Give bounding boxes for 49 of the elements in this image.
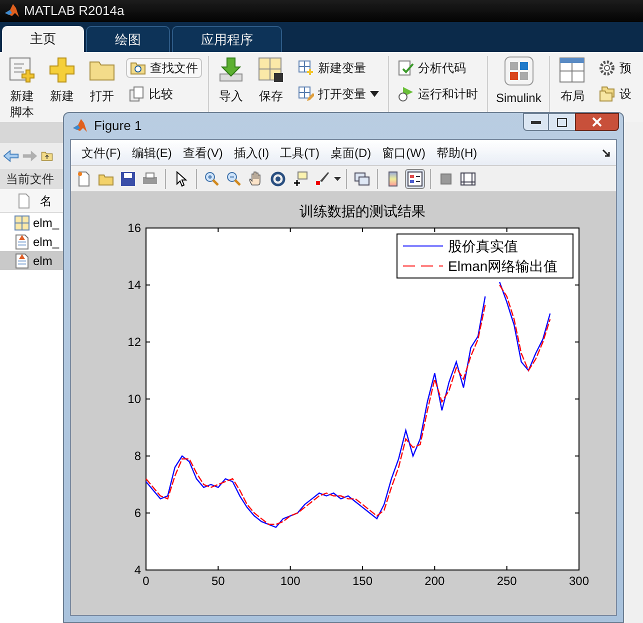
tick-label: 100 — [280, 574, 300, 588]
chart-title: 训练数据的测试结果 — [300, 203, 426, 219]
ribbon-small-button[interactable]: 运行和计时 — [395, 84, 481, 104]
menu-item[interactable]: 文件(F) — [77, 144, 126, 162]
tick-label: 50 — [211, 574, 225, 588]
panel-title: 当前文件 — [6, 171, 54, 188]
ribbon-small-button[interactable]: 预 — [596, 58, 634, 78]
menu-item[interactable]: 查看(V) — [178, 144, 228, 162]
menu-item[interactable]: 插入(I) — [229, 144, 274, 162]
ribbon-button[interactable]: 导入 — [215, 56, 247, 104]
tick-label: 200 — [424, 574, 445, 588]
ribbon-small-button[interactable]: 设 — [596, 84, 634, 104]
menu-item[interactable]: 窗口(W) — [378, 144, 430, 162]
tick-label: 10 — [128, 392, 141, 406]
legend-label: 股价真实值 — [448, 238, 518, 254]
menu-item[interactable]: 帮助(H) — [432, 144, 482, 162]
tick-label: 16 — [128, 221, 141, 235]
window-title: Figure 1 — [94, 117, 142, 136]
tick-label: 150 — [352, 574, 373, 588]
ribbon-button[interactable]: 布局 — [556, 56, 588, 104]
tick-label: 4 — [134, 563, 141, 577]
menu-item[interactable]: 编辑(E) — [127, 144, 176, 162]
ribbon-tab[interactable]: 主页 — [2, 26, 84, 52]
menu-item[interactable]: 工具(T) — [276, 144, 324, 162]
ribbon-button[interactable]: 新建脚本 — [6, 56, 38, 120]
app-title: MATLAB R2014a — [24, 2, 124, 20]
ribbon-button[interactable]: 保存 — [255, 56, 287, 104]
tick-label: 0 — [142, 574, 150, 588]
tick-label: 300 — [568, 574, 590, 588]
tick-label: 12 — [128, 335, 141, 349]
column-label: 名 — [40, 192, 52, 210]
ribbon-small-button[interactable]: 比较 — [126, 84, 202, 104]
ribbon-small-button[interactable]: 新建变量 — [295, 58, 382, 78]
ribbon-button[interactable]: Simulink — [494, 56, 544, 106]
ribbon-small-button[interactable]: 分析代码 — [395, 58, 481, 78]
ribbon-tab[interactable]: 绘图 — [86, 26, 170, 52]
tick-label: 6 — [134, 506, 141, 520]
ribbon-button[interactable]: 打开 — [86, 56, 118, 104]
ribbon-button[interactable]: 新建 — [46, 56, 78, 104]
file-row[interactable]: elm — [0, 251, 63, 270]
tick-label: 250 — [496, 574, 517, 588]
tick-label: 8 — [134, 449, 141, 463]
ribbon-small-button[interactable]: 查找文件 — [126, 58, 202, 78]
menu-item[interactable]: 桌面(D) — [326, 144, 376, 162]
ribbon-tab[interactable]: 应用程序 — [172, 26, 282, 52]
ribbon-small-button[interactable]: 打开变量 — [295, 84, 382, 104]
legend-label: Elman网络输出值 — [448, 258, 558, 274]
column-header[interactable]: 名 — [0, 189, 63, 213]
tick-label: 14 — [128, 278, 141, 292]
